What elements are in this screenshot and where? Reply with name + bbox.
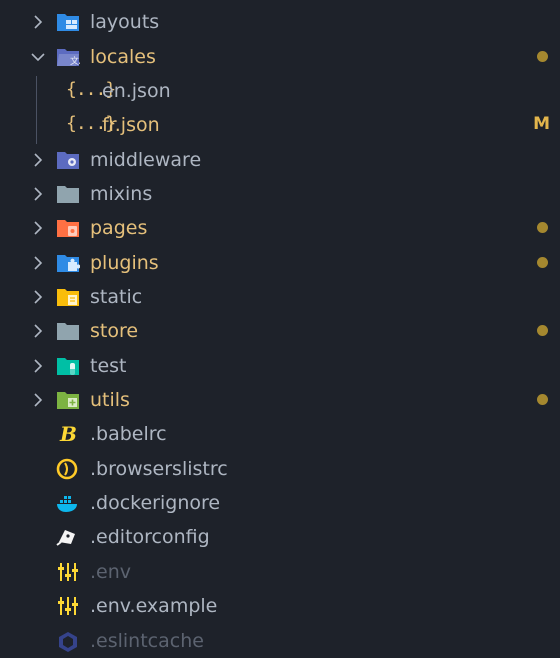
- tree-item-label: .eslintcache: [90, 630, 204, 652]
- plugins-folder-icon: [57, 255, 80, 272]
- tree-item-label: pages: [90, 217, 148, 239]
- chevron-right-icon[interactable]: [30, 152, 46, 168]
- chevron-right-icon[interactable]: [30, 255, 46, 271]
- chevron-right-icon[interactable]: [30, 289, 46, 305]
- tree-item-label: static: [90, 286, 143, 308]
- static-folder-icon: [57, 289, 79, 306]
- tree-item-label: layouts: [90, 11, 160, 33]
- chevron-right-icon[interactable]: [30, 186, 46, 202]
- chevron-down-icon[interactable]: [30, 49, 46, 65]
- layouts-folder-icon: [57, 14, 79, 31]
- tree-item-label: middleware: [90, 149, 202, 171]
- chevron-right-icon[interactable]: [30, 323, 46, 339]
- tree-item-label: .env: [90, 561, 132, 583]
- eslint-icon: [59, 632, 77, 652]
- tree-item-label: .browserslistrc: [90, 458, 228, 480]
- tree-item-dockerignore[interactable]: .dockerignore: [0, 486, 560, 520]
- svg-text:文A: 文A: [70, 55, 80, 67]
- modified-dot: [537, 51, 548, 62]
- tree-item-fr-json[interactable]: {...} fr.json M: [0, 108, 560, 142]
- tree-item-label: .babelrc: [90, 423, 167, 445]
- test-folder-icon: [57, 358, 79, 375]
- tree-item-label: mixins: [90, 183, 153, 205]
- tree-item-utils[interactable]: utils: [0, 383, 560, 417]
- tree-item-env[interactable]: .env: [0, 555, 560, 589]
- tree-item-label: utils: [90, 389, 130, 411]
- folder-icon: [57, 186, 79, 203]
- tree-item-label: plugins: [90, 252, 159, 274]
- babel-icon: B: [59, 423, 77, 445]
- editorconfig-icon: [56, 530, 75, 546]
- tree-item-locales[interactable]: 文A locales: [0, 40, 560, 74]
- chevron-right-icon[interactable]: [30, 358, 46, 374]
- svg-text:B: B: [59, 423, 77, 445]
- tree-item-label: store: [90, 320, 139, 342]
- tree-item-env-example[interactable]: .env.example: [0, 589, 560, 623]
- tree-item-label: .editorconfig: [90, 526, 210, 548]
- tree-item-label: .dockerignore: [90, 492, 221, 514]
- tree-item-test[interactable]: test: [0, 349, 560, 383]
- modified-dot: [537, 394, 548, 405]
- tree-item-layouts[interactable]: layouts: [0, 5, 560, 39]
- chevron-right-icon[interactable]: [30, 14, 46, 30]
- env-icon: [58, 597, 78, 615]
- tree-item-static[interactable]: static: [0, 280, 560, 314]
- chevron-right-icon[interactable]: [30, 392, 46, 408]
- tree-item-browserslistrc[interactable]: .browserslistrc: [0, 452, 560, 486]
- tree-item-label: locales: [90, 46, 156, 68]
- env-icon: [58, 563, 78, 581]
- tree-item-en-json[interactable]: {...} en.json: [0, 74, 560, 108]
- tree-item-store[interactable]: store: [0, 314, 560, 348]
- tree-item-label: en.json: [102, 80, 171, 102]
- folder-icon: [57, 323, 79, 340]
- tree-item-eslintcache[interactable]: .eslintcache: [0, 624, 560, 658]
- file-explorer-tree: layouts 文A locales {...} en.json {...} f…: [0, 0, 560, 652]
- tree-item-label: fr.json: [102, 114, 160, 136]
- browserslist-icon: [56, 458, 78, 480]
- middleware-folder-icon: [57, 152, 79, 169]
- tree-item-mixins[interactable]: mixins: [0, 177, 560, 211]
- tree-item-label: .env.example: [90, 595, 218, 617]
- tree-item-label: test: [90, 355, 127, 377]
- tree-item-editorconfig[interactable]: .editorconfig: [0, 520, 560, 554]
- pages-folder-icon: [57, 220, 79, 237]
- tree-item-babelrc[interactable]: B .babelrc: [0, 417, 560, 451]
- locales-folder-icon: 文A: [57, 49, 80, 67]
- tree-item-plugins[interactable]: plugins: [0, 246, 560, 280]
- modified-dot: [537, 222, 548, 233]
- modified-dot: [537, 325, 548, 336]
- modified-badge: M: [533, 114, 550, 134]
- utils-folder-icon: [57, 392, 79, 409]
- docker-icon: [57, 496, 77, 512]
- modified-dot: [537, 257, 548, 268]
- tree-item-middleware[interactable]: middleware: [0, 143, 560, 177]
- tree-item-pages[interactable]: pages: [0, 211, 560, 245]
- chevron-right-icon[interactable]: [30, 220, 46, 236]
